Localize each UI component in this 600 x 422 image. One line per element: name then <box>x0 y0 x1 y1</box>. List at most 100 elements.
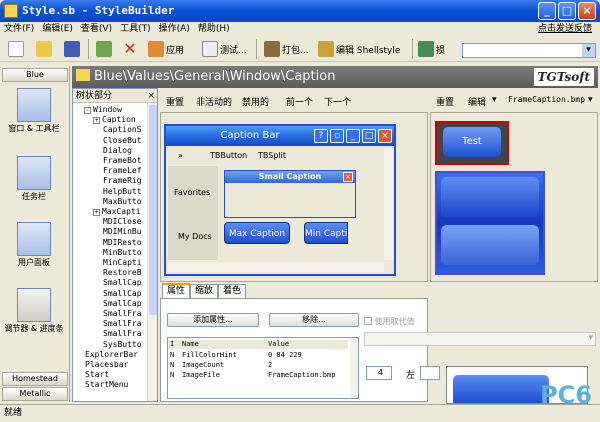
tree-node[interactable]: FrameBot <box>103 156 142 165</box>
delete-icon[interactable]: ✕ <box>122 41 138 57</box>
tree-node[interactable]: MDIClose <box>103 217 142 226</box>
image-edit-button[interactable]: 编辑 <box>468 95 486 108</box>
tree-node[interactable]: SmallFra <box>103 329 142 338</box>
tree-node[interactable]: - Window <box>84 105 122 114</box>
minimize-button[interactable]: _ <box>538 2 556 20</box>
save-icon[interactable] <box>64 41 80 57</box>
tree-node[interactable]: FrameLef <box>103 166 142 175</box>
nav-taskbar[interactable]: 任务栏 <box>2 156 66 201</box>
close-button[interactable]: × <box>578 2 596 20</box>
add-property-button[interactable]: 添加属性... <box>167 313 259 327</box>
vertical-scrollbar[interactable] <box>384 148 394 260</box>
tree-node[interactable]: SmallFra <box>103 309 142 318</box>
tree-node[interactable]: HelpButt <box>103 187 142 196</box>
tree-node[interactable]: SysButto <box>103 340 142 349</box>
expand-icon[interactable]: + <box>93 117 100 125</box>
spin-input[interactable]: 4 <box>366 366 392 380</box>
next-button[interactable]: 下一个 <box>324 95 351 108</box>
tree-node-label: Start <box>85 370 110 380</box>
tab-properties[interactable]: 属性 <box>162 283 191 298</box>
menu-view[interactable]: 查看(V) <box>77 22 116 36</box>
tab-coloring[interactable]: 着色 <box>218 284 247 298</box>
tree-node[interactable]: MaxButto <box>103 197 142 206</box>
value-input[interactable] <box>420 366 440 380</box>
tree-node-label: MinButto <box>103 247 142 257</box>
tree-node[interactable]: MinButto <box>103 248 142 257</box>
menu-edit[interactable]: 编辑(E) <box>38 22 77 36</box>
table-row[interactable]: N FillColorHint 0 84 229 <box>168 351 348 360</box>
edit-shellstyle-button[interactable]: 编辑 Shellstyle <box>318 39 400 59</box>
tree-node[interactable]: MinCapti <box>103 258 142 267</box>
table-scrollbar[interactable] <box>350 338 358 398</box>
maximize-button[interactable]: □ <box>558 2 576 20</box>
image-file-select[interactable]: FrameCaption.bmp <box>508 95 585 104</box>
group-homestead[interactable]: Homestead <box>2 372 68 386</box>
tree-node[interactable]: ExplorerBar <box>85 350 138 359</box>
open-folder-icon[interactable] <box>36 41 52 57</box>
maximize-icon: □ <box>362 129 376 143</box>
menu-tools[interactable]: 工具(T) <box>116 22 155 36</box>
tree-scrollbar[interactable] <box>147 103 157 401</box>
tree-node[interactable]: MDIMinBu <box>103 227 142 236</box>
disabled-button[interactable]: 禁用的 <box>242 95 269 108</box>
inactive-button[interactable]: 非活动的 <box>196 95 232 108</box>
feedback-link[interactable]: 点击发送反馈 <box>534 22 596 36</box>
nav-user-panel[interactable]: 用户面板 <box>2 222 66 267</box>
caption-image-strip <box>435 171 545 275</box>
group-metallic[interactable]: Metallic <box>2 387 68 401</box>
chevron-down-icon[interactable]: ▾ <box>588 95 593 105</box>
tree-node[interactable]: StartMenu <box>85 380 128 389</box>
group-blue[interactable]: Blue <box>2 68 68 82</box>
menu-actions[interactable]: 操作(A) <box>155 22 194 36</box>
tree-panel: 树状部分 × - Window + Caption CaptionS CloseBut Dia… <box>72 88 158 402</box>
tree-node[interactable]: Dialog <box>103 146 132 155</box>
horizontal-scrollbar[interactable] <box>168 262 384 272</box>
tree-node[interactable]: FrameRig <box>103 176 142 185</box>
scroll-thumb[interactable] <box>149 105 157 315</box>
path-bar: Blue\Values\General\Window\Caption TGTso… <box>72 66 598 88</box>
tree-node[interactable]: CaptionS <box>103 125 142 134</box>
add-icon[interactable] <box>96 41 112 57</box>
pack-button[interactable]: 打包... <box>264 39 309 59</box>
reset-button[interactable]: 重置 <box>166 95 184 108</box>
toolbar-combo[interactable] <box>462 43 596 58</box>
menu-file[interactable]: 文件(F) <box>0 22 38 36</box>
apply-button[interactable]: 应用 <box>148 39 184 59</box>
tree-node[interactable]: MDIResto <box>103 238 142 247</box>
tree-node[interactable]: SmallFra <box>103 319 142 328</box>
cell-value: FrameCaption.bmp <box>268 371 336 379</box>
use-alt-option[interactable]: 使用取代值 <box>364 316 415 327</box>
tree-node[interactable]: Start <box>85 370 109 379</box>
expand-icon[interactable]: + <box>93 209 100 216</box>
nav-trackbar-progress[interactable]: 调节器 & 进度条 <box>2 288 66 333</box>
remove-property-button[interactable]: 移除... <box>269 313 359 327</box>
properties-panel: 添加属性... 移除... I Name Value N FillColorHin… <box>160 298 428 402</box>
table-row[interactable]: N ImageCount 2 <box>168 361 348 370</box>
use-alt-checkbox[interactable] <box>364 317 372 325</box>
tree-node[interactable]: RestoreB <box>103 268 142 277</box>
image-reset-button[interactable]: 重置 <box>436 95 454 108</box>
tree-node[interactable]: + Caption <box>93 115 136 125</box>
tab-scaling[interactable]: 缩放 <box>190 284 219 298</box>
close-icon[interactable]: × <box>147 89 155 103</box>
extra-button[interactable]: 损 <box>418 39 445 59</box>
tree-node-label: SmallCap <box>103 288 142 298</box>
chevron-down-icon[interactable]: ▾ <box>492 95 497 105</box>
menu-help[interactable]: 帮助(H) <box>194 22 234 36</box>
tree-node[interactable]: Placesbar <box>85 360 128 369</box>
tree-node[interactable]: SmallCap <box>103 299 142 308</box>
small-caption-title: Small Caption <box>225 171 355 183</box>
table-row[interactable]: N ImageFile FrameCaption.bmp <box>168 371 348 380</box>
new-file-icon[interactable] <box>8 41 24 57</box>
tree-node[interactable]: + MaxCapti <box>93 207 141 216</box>
test-button[interactable]: 测试... <box>202 39 247 59</box>
mydocs-label: My Docs <box>178 232 212 241</box>
chevron-down-icon: ▾ <box>588 333 593 343</box>
collapse-icon[interactable]: - <box>84 107 91 114</box>
tree-node[interactable]: SmallCap <box>103 289 142 298</box>
nav-window-toolbar[interactable]: 窗口 & 工具栏 <box>2 88 66 133</box>
alt-value-select[interactable]: ▾ <box>364 332 596 346</box>
tree-node[interactable]: SmallCap <box>103 278 142 287</box>
tree-node[interactable]: CloseBut <box>103 136 142 145</box>
previous-button[interactable]: 前一个 <box>286 95 313 108</box>
